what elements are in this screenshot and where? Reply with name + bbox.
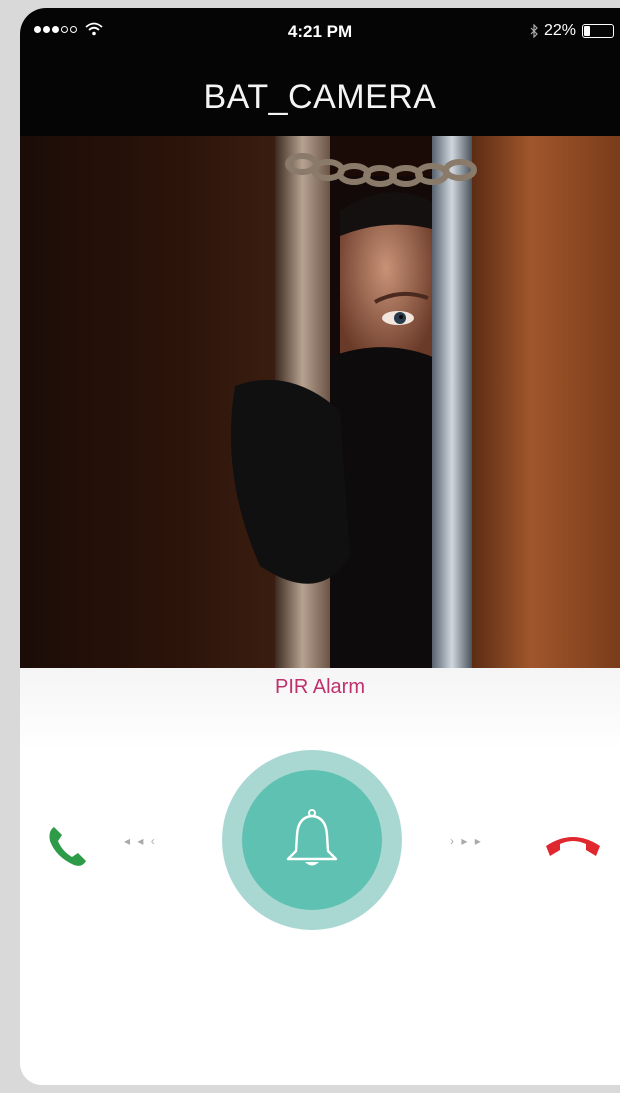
bluetooth-icon xyxy=(530,24,538,38)
phone-answer-icon[interactable] xyxy=(46,823,92,869)
bell-button[interactable] xyxy=(242,770,382,910)
phone-hangup-icon[interactable] xyxy=(542,828,604,862)
swipe-left-hint: ◂ ◂ ‹ xyxy=(124,834,157,848)
battery-icon xyxy=(582,24,614,38)
swipe-right-hint: › ▸ ▸ xyxy=(450,834,483,848)
status-right: 22% xyxy=(530,22,614,40)
call-panel: PIR Alarm ◂ ◂ ‹ › ▸ ▸ xyxy=(20,668,620,1085)
page-title: BAT_CAMERA xyxy=(203,78,437,116)
phone-screen: 4:21 PM 22% BAT_CAMERA PIR Alarm ◂ ◂ ‹ ›… xyxy=(20,8,620,1085)
battery-percent: 22% xyxy=(543,22,576,39)
app-header: 4:21 PM 22% BAT_CAMERA xyxy=(20,8,620,136)
bell-icon xyxy=(286,809,338,866)
alarm-label: PIR Alarm xyxy=(274,676,366,698)
camera-feed xyxy=(20,136,620,668)
